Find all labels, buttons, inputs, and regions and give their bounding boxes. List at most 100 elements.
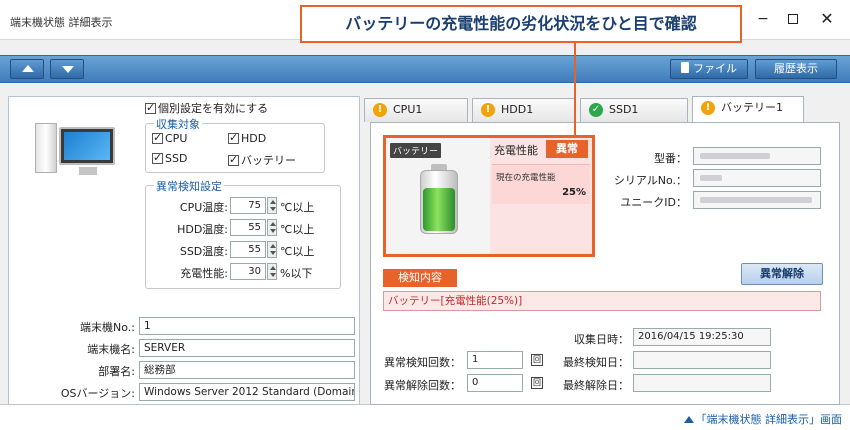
- hdd-temp-input[interactable]: 55: [230, 219, 266, 236]
- charge-perf-title: 充電性能: [494, 144, 538, 157]
- individual-setting-checkbox[interactable]: 個別設定を有効にする: [145, 100, 268, 116]
- cpu-temp-input[interactable]: 75: [230, 197, 266, 214]
- ssd-temp-input[interactable]: 55: [230, 241, 266, 258]
- detail-window: 端末機状態 詳細表示 − ✕ ファイル 履歴表示 個別設定を有効にする 収集対象…: [0, 0, 850, 405]
- tab-hdd1[interactable]: ! HDD1: [472, 98, 576, 122]
- hdd-temp-unit: ℃以上: [280, 223, 315, 236]
- collect-datetime-label: 収集日時：: [574, 333, 629, 346]
- clear-abnormal-button[interactable]: 異常解除: [741, 263, 823, 285]
- os-version-label: OSバージョン:: [60, 387, 135, 400]
- battery-detail-panel: バッテリー 充電性能 異常 現在の充電性能 25% 型番： シリアルNo.： ユ…: [370, 122, 840, 405]
- serial-label: シリアルNo.：: [613, 174, 687, 187]
- callout-pointer: [574, 43, 576, 138]
- unique-id-field[interactable]: [693, 191, 821, 209]
- callout-annotation: バッテリーの充電性能の劣化状況をひと目で確認: [300, 5, 742, 43]
- maximize-button[interactable]: [782, 10, 804, 28]
- last-clear-label: 最終解除日：: [563, 379, 629, 392]
- terminal-no-label: 端末機No.:: [80, 321, 135, 334]
- battery-tag: バッテリー: [390, 143, 442, 158]
- detect-setting-group: 異常検知設定 CPU温度: 75 ℃以上 HDD温度: 55 ℃以上 SSD温度…: [145, 178, 341, 289]
- close-button[interactable]: ✕: [816, 10, 838, 28]
- collect-cpu-label: CPU: [165, 132, 188, 145]
- warning-icon: !: [481, 103, 495, 117]
- toolbar: ファイル 履歴表示: [0, 55, 850, 83]
- collect-ssd-checkbox[interactable]: SSD: [152, 151, 188, 165]
- terminal-name-field[interactable]: SERVER: [139, 339, 355, 357]
- tab-cpu1[interactable]: ! CPU1: [364, 98, 468, 122]
- tab-ssd1-label: SSD1: [609, 103, 639, 116]
- charge-perf-label: 充電性能:: [180, 267, 228, 280]
- collect-battery-checkbox[interactable]: バッテリー: [228, 152, 296, 168]
- figure-caption: 「端末機状態 詳細表示」画面: [683, 411, 843, 427]
- terminal-no-field[interactable]: 1: [139, 317, 355, 335]
- computer-icon: [31, 117, 121, 187]
- model-field[interactable]: [693, 147, 821, 165]
- file-button-label: ファイル: [693, 62, 737, 75]
- cpu-temp-spinner[interactable]: [267, 197, 277, 214]
- charge-perf-input[interactable]: 30: [230, 263, 266, 280]
- detect-count-label: 異常検知回数：: [384, 356, 461, 369]
- individual-setting-label: 個別設定を有効にする: [158, 102, 269, 115]
- triangle-up-icon: [683, 416, 694, 423]
- cpu-temp-label: CPU温度:: [179, 201, 228, 214]
- department-label: 部署名:: [98, 365, 135, 378]
- checkbox-checked-icon: [152, 131, 163, 144]
- charge-perf-unit: %以下: [280, 267, 313, 280]
- clear-count-field[interactable]: 0: [467, 374, 523, 392]
- ssd-temp-unit: ℃以上: [280, 245, 315, 258]
- os-version-field[interactable]: Windows Server 2012 Standard (DomainCont…: [139, 383, 355, 401]
- department-field[interactable]: 総務部: [139, 361, 355, 379]
- window-title: 端末機状態 詳細表示: [10, 16, 113, 29]
- current-perf-label: 現在の充電性能: [496, 173, 556, 183]
- last-detect-label: 最終検知日：: [563, 356, 629, 369]
- model-label: 型番：: [654, 152, 687, 165]
- unique-id-label: ユニークID：: [620, 196, 687, 209]
- collect-battery-label: バッテリー: [241, 154, 296, 167]
- detect-content-field: バッテリー[充電性能(25%)]: [383, 291, 821, 311]
- tab-cpu1-label: CPU1: [393, 103, 423, 116]
- tab-battery1[interactable]: ! バッテリー1: [692, 96, 804, 123]
- collect-target-legend: 収集対象: [154, 116, 202, 132]
- tab-hdd1-label: HDD1: [501, 103, 534, 116]
- collect-cpu-checkbox[interactable]: CPU: [152, 131, 188, 145]
- hdd-temp-spinner[interactable]: [267, 219, 277, 236]
- ssd-temp-label: SSD温度:: [179, 245, 228, 258]
- checkbox-checked-icon: [228, 131, 239, 144]
- detect-setting-legend: 異常検知設定: [154, 178, 224, 194]
- terminal-name-label: 端末機名:: [87, 343, 135, 356]
- charge-perf-spinner[interactable]: [267, 263, 277, 280]
- previous-button[interactable]: [10, 59, 44, 79]
- ssd-temp-spinner[interactable]: [267, 241, 277, 258]
- collect-ssd-label: SSD: [165, 152, 188, 165]
- detect-content-tag: 検知内容: [383, 269, 457, 287]
- detect-count-field[interactable]: 1: [467, 351, 523, 369]
- collect-hdd-checkbox[interactable]: HDD: [228, 131, 267, 145]
- file-icon: [681, 62, 689, 73]
- collect-hdd-label: HDD: [241, 132, 267, 145]
- last-detect-field[interactable]: [633, 351, 771, 369]
- arrow-down-icon: [62, 66, 74, 73]
- next-button[interactable]: [50, 59, 84, 79]
- last-clear-field[interactable]: [633, 374, 771, 392]
- check-icon: ✓: [589, 103, 603, 117]
- figure-caption-text: 「端末機状態 詳細表示」画面: [695, 413, 843, 426]
- serial-field[interactable]: [693, 169, 821, 187]
- minimize-button[interactable]: −: [752, 10, 774, 28]
- terminal-settings-panel: 個別設定を有効にする 収集対象 CPU HDD SSD バッテリー 異常検知設定…: [8, 96, 360, 405]
- checkbox-checked-icon: [152, 151, 163, 164]
- collect-datetime-field[interactable]: 2016/04/15 19:25:30: [633, 328, 771, 346]
- device-tabs: ! CPU1 ! HDD1 ✓ SSD1 ! バッテリー1: [360, 96, 840, 123]
- file-button[interactable]: ファイル: [670, 59, 748, 79]
- history-button[interactable]: 履歴表示: [755, 59, 837, 79]
- checkbox-checked-icon: [145, 101, 156, 114]
- cpu-temp-unit: ℃以上: [280, 201, 315, 214]
- warning-icon: !: [701, 101, 715, 115]
- hdd-temp-label: HDD温度:: [177, 223, 228, 236]
- battery-status-card: バッテリー 充電性能 異常 現在の充電性能 25%: [383, 135, 595, 257]
- clear-count-label: 異常解除回数：: [384, 379, 461, 392]
- tab-ssd1[interactable]: ✓ SSD1: [580, 98, 688, 122]
- tab-battery1-label: バッテリー1: [721, 101, 783, 114]
- battery-level-fill: [423, 187, 455, 231]
- battery-icon: [420, 164, 458, 236]
- warning-icon: !: [373, 103, 387, 117]
